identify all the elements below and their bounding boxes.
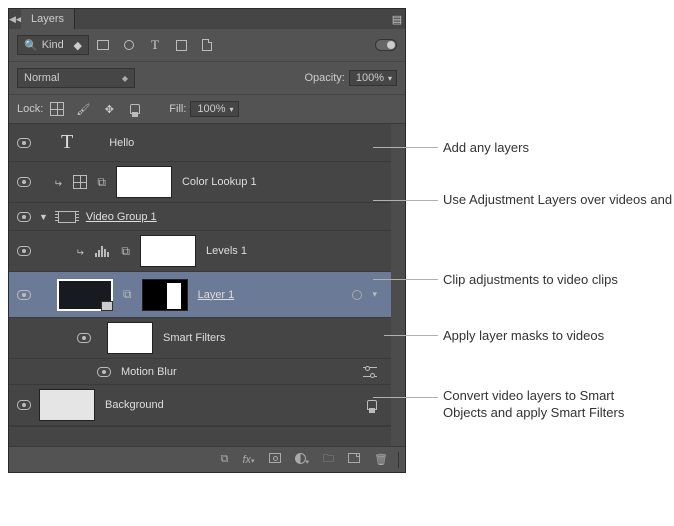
lock-pixels-icon[interactable]: 🖌: [75, 101, 91, 117]
filter-bar: 🔍 Kind ◆ T: [9, 29, 405, 61]
smart-object-badge: [101, 301, 113, 311]
visibility-icon[interactable]: [97, 367, 111, 377]
blend-mode-dropdown[interactable]: Normal ◆: [17, 68, 135, 88]
smart-filters-label: Smart Filters: [163, 332, 225, 344]
add-mask-icon[interactable]: [269, 453, 281, 466]
layer-row-layer1[interactable]: ⧉ Layer 1 ▾: [9, 272, 391, 318]
layers-tab[interactable]: Layers: [21, 9, 75, 29]
link-icon: ⧉: [123, 287, 132, 302]
filter-adjustment-icon[interactable]: [121, 37, 137, 53]
filter-options-icon[interactable]: [363, 367, 377, 377]
fill-value: 100%: [197, 103, 225, 115]
layer-row-video-group[interactable]: ▼ Video Group 1: [9, 203, 391, 231]
clip-icon: ↴: [54, 178, 65, 186]
levels-icon: [95, 245, 111, 257]
blend-opacity-row: Normal ◆ Opacity: 100% ▾: [9, 61, 405, 94]
link-layers-icon[interactable]: ⧉: [221, 453, 229, 466]
new-group-icon[interactable]: 🗀: [323, 450, 334, 469]
panel-header: ◀◀ Layers ▤: [9, 9, 405, 29]
kind-filter-dropdown[interactable]: 🔍 Kind ◆: [17, 35, 89, 55]
empty-area: [9, 426, 391, 446]
layer-row-text[interactable]: T Hello: [9, 124, 391, 162]
type-layer-icon: T: [61, 131, 73, 154]
delete-layer-icon[interactable]: 🗑: [374, 453, 388, 466]
layer-label: Color Lookup 1: [182, 176, 257, 188]
layer-row-motion-blur[interactable]: Motion Blur: [9, 359, 391, 385]
video-thumbnail[interactable]: [57, 279, 113, 311]
annotation: Clip adjustments to video clips: [443, 272, 618, 289]
lock-label: Lock:: [17, 103, 43, 115]
layer-mask-thumbnail[interactable]: [142, 279, 188, 311]
lock-icons: 🖌 ✥: [49, 101, 143, 117]
layer-row-smart-filters[interactable]: Smart Filters: [9, 318, 391, 359]
opacity-value: 100%: [356, 72, 384, 84]
fill-label: Fill:: [169, 103, 186, 115]
visibility-icon[interactable]: [77, 333, 91, 343]
visibility-icon[interactable]: [17, 177, 31, 187]
lock-position-icon[interactable]: ✥: [101, 101, 117, 117]
opacity-label: Opacity:: [304, 72, 344, 84]
grid-icon: [73, 175, 87, 189]
mask-thumbnail[interactable]: [140, 235, 196, 267]
layer-label: Hello: [109, 137, 134, 149]
layer-label: Background: [105, 399, 164, 411]
layers-list: T Hello ↴ ⧉ Color Lookup 1 ▼ Video Group…: [9, 124, 405, 446]
film-icon: [58, 211, 76, 223]
layer-row-color-lookup[interactable]: ↴ ⧉ Color Lookup 1: [9, 162, 391, 203]
layers-panel: ◀◀ Layers ▤ 🔍 Kind ◆ T Normal ◆ Opacity:…: [8, 8, 406, 473]
annotation: Use Adjustment Layers over videos and cl…: [443, 192, 674, 209]
chevron-down-icon: ▾: [230, 105, 234, 114]
link-icon: ⧉: [97, 175, 106, 190]
layer-row-levels[interactable]: ↴ ⧉ Levels 1: [9, 231, 391, 272]
kind-label: Kind: [42, 39, 64, 51]
visibility-icon[interactable]: [17, 400, 31, 410]
link-icon: ⧉: [121, 244, 130, 259]
layer-label: Layer 1: [198, 289, 235, 301]
blend-mode-value: Normal: [24, 72, 59, 84]
visibility-icon[interactable]: [17, 212, 31, 222]
filter-name: Motion Blur: [121, 366, 177, 378]
mask-thumbnail[interactable]: [116, 166, 172, 198]
chevron-down-icon: ◆: [74, 39, 82, 52]
lock-icon: [367, 400, 377, 410]
filter-type-icon[interactable]: T: [147, 37, 163, 53]
filter-shape-icon[interactable]: [173, 37, 189, 53]
annotation: Apply layer masks to videos: [443, 328, 604, 345]
search-icon: 🔍: [24, 39, 38, 52]
visibility-icon[interactable]: [17, 246, 31, 256]
lock-all-icon[interactable]: [127, 101, 143, 117]
clip-icon: ↴: [76, 247, 87, 255]
visibility-icon[interactable]: [17, 138, 31, 148]
lock-fill-row: Lock: 🖌 ✥ Fill: 100% ▾: [9, 94, 405, 124]
layer-label: Video Group 1: [86, 211, 157, 223]
adjustment-layer-icon[interactable]: ▾: [295, 453, 310, 467]
visibility-icon[interactable]: [17, 290, 31, 300]
disclosure-icon[interactable]: ▼: [39, 212, 48, 222]
filter-toggle-switch[interactable]: [375, 39, 397, 51]
fill-input[interactable]: 100% ▾: [190, 101, 238, 117]
filter-icons: T: [95, 37, 215, 53]
new-layer-icon[interactable]: [348, 453, 360, 466]
expand-icon[interactable]: ▾: [372, 289, 377, 300]
flyout-menu-icon[interactable]: ▤: [389, 13, 405, 26]
layer-row-background[interactable]: Background: [9, 385, 391, 426]
filter-mask-thumbnail[interactable]: [107, 322, 153, 354]
filter-pixel-icon[interactable]: [95, 37, 111, 53]
chevron-updown-icon: ◆: [122, 74, 128, 83]
opacity-input[interactable]: 100% ▾: [349, 70, 397, 86]
annotation: Convert video layers to Smart Objects an…: [443, 388, 624, 422]
lock-transparency-icon[interactable]: [49, 101, 65, 117]
filter-smart-icon[interactable]: [199, 37, 215, 53]
annotation: Add any layers: [443, 140, 529, 157]
chevron-down-icon: ▾: [388, 74, 392, 83]
circle-icon: [352, 290, 362, 300]
layer-label: Levels 1: [206, 245, 247, 257]
collapse-icon[interactable]: ◀◀: [9, 14, 21, 25]
fx-icon[interactable]: fx▾: [242, 454, 254, 466]
panel-footer: ⧉ fx▾ ▾ 🗀 🗑: [9, 446, 405, 472]
layer-thumbnail[interactable]: [39, 389, 95, 421]
